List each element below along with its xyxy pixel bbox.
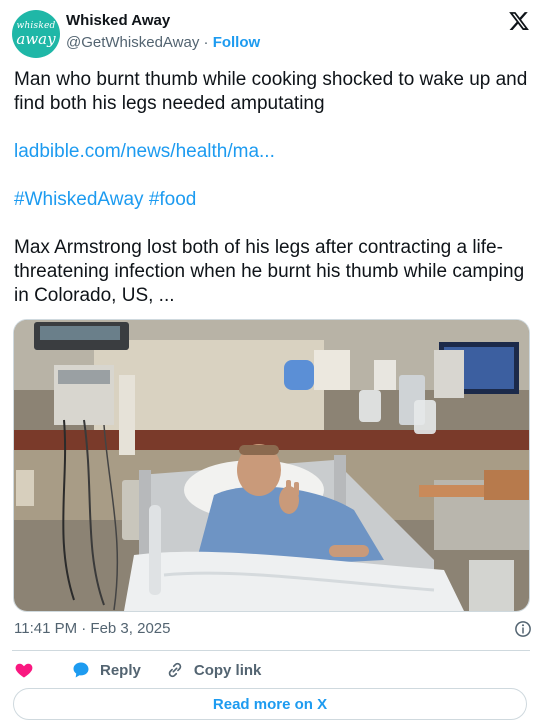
divider (12, 650, 530, 651)
link-icon (168, 662, 182, 678)
display-name[interactable]: Whisked Away (66, 12, 170, 29)
avatar[interactable]: whisked away (12, 10, 60, 58)
handle-row: @GetWhiskedAway · Follow (66, 34, 260, 51)
heart-icon (15, 663, 33, 678)
like-button[interactable] (14, 660, 43, 680)
copy-link-button[interactable]: Copy link (165, 660, 262, 680)
reply-label: Reply (100, 661, 141, 679)
reply-bubble-icon (73, 662, 89, 678)
handle[interactable]: @GetWhiskedAway (66, 34, 199, 51)
tweet-summary: Max Armstrong lost both of his legs afte… (14, 237, 525, 306)
separator: · (203, 34, 209, 51)
hashtag-whiskedaway[interactable]: #WhiskedAway (14, 189, 144, 210)
timestamp[interactable]: 11:41 PM · Feb 3, 2025 (14, 620, 170, 637)
hospital-photo-illustration (14, 320, 529, 611)
info-icon[interactable] (514, 620, 532, 638)
tweet-photo[interactable] (13, 319, 530, 612)
avatar-line2: away (16, 29, 56, 48)
reply-button[interactable]: Reply (71, 660, 141, 680)
read-more-button[interactable]: Read more on X (13, 688, 527, 720)
tweet-header: whisked away Whisked Away @GetWhiskedAwa… (12, 8, 530, 58)
action-bar: Reply Copy link (14, 657, 261, 683)
x-logo-icon[interactable] (508, 10, 530, 32)
hashtag-food[interactable]: #food (149, 189, 197, 210)
copy-link-label: Copy link (193, 661, 262, 679)
tweet-embed-card: whisked away Whisked Away @GetWhiskedAwa… (0, 0, 542, 724)
follow-button[interactable]: Follow (213, 34, 261, 51)
article-link[interactable]: ladbible.com/news/health/ma... (14, 141, 275, 162)
tweet-headline: Man who burnt thumb while cooking shocke… (14, 69, 528, 114)
